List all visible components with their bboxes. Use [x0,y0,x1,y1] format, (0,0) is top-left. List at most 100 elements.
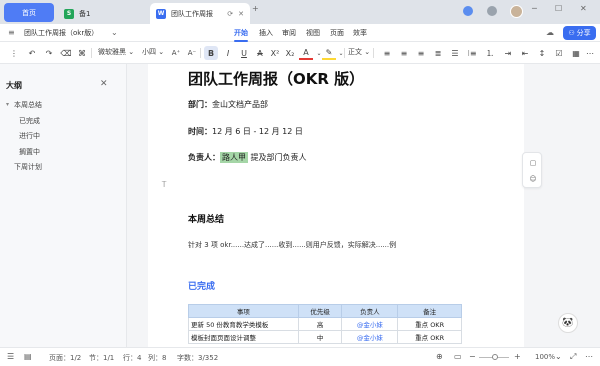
text-cursor-icon: Ꭲ [162,180,167,189]
refresh-icon[interactable]: ⟳ [227,10,233,18]
emoji-icon[interactable]: ☺ [528,174,538,184]
menu-efficiency[interactable]: 效率 [353,28,367,38]
distributed-icon[interactable]: ☰ [449,46,461,60]
time-line[interactable]: 时间：12 月 6 日 - 12 月 12 日 [188,126,303,137]
line-spacing-icon[interactable]: ↕ [536,46,548,60]
read-mode-icon[interactable]: ▭ [454,352,462,361]
font-grow-icon[interactable]: A⁺ [170,46,182,60]
chevron-down-icon[interactable]: ⌄ [111,28,118,37]
strikethrough-icon[interactable]: A [254,46,266,60]
outline-item-next-week[interactable]: 下周计划 [14,162,42,172]
table-header-cell[interactable]: 事项 [188,304,299,318]
fullscreen-icon[interactable]: ⤢ [570,352,576,362]
document-page[interactable]: Ꭲ 团队工作周报（OKR 版） 部门：金山文档产品部 时间：12 月 6 日 -… [148,64,524,347]
assistant-icon[interactable]: 🐼 [558,313,578,333]
more-icon[interactable]: ⋯ [585,352,593,361]
table-cell[interactable]: @金小妹 [341,330,399,344]
minimize-icon[interactable]: ─ [532,4,537,13]
done-table[interactable]: 事项 优先级 负责人 备注 更新 50 份教育教学类模板 高 @金小妹 重点 O… [188,304,462,344]
clear-format-icon[interactable]: ⌫ [60,46,71,60]
outline-item-done[interactable]: 已完成 [19,116,40,126]
menu-review[interactable]: 审阅 [282,28,296,38]
table-icon[interactable]: ▦ [570,46,582,60]
chevron-down-icon[interactable]: ▾ [6,101,9,108]
outdent-icon[interactable]: ⇤ [519,46,531,60]
new-tab-button[interactable]: + [252,4,259,13]
italic-icon[interactable]: I [222,46,234,60]
share-button[interactable]: ⚇ 分享 [563,26,596,40]
undo-icon[interactable]: ↶ [27,46,37,60]
table-cell[interactable]: 更新 50 份教育教学类模板 [188,317,299,331]
close-icon[interactable]: ✕ [238,10,244,18]
summary-paragraph[interactable]: 针对 3 项 okr......达成了......收到......则用户反馈，实… [188,240,396,250]
font-size-select[interactable]: 小四 ⌄ [142,47,164,57]
avatar[interactable] [510,5,523,18]
align-center-icon[interactable]: ≡ [398,46,410,60]
zoom-out-icon[interactable]: − [469,352,476,361]
font-color-icon[interactable]: A [299,46,313,60]
apps-icon[interactable] [463,6,473,16]
table-cell[interactable]: 高 [297,317,343,331]
align-left-icon[interactable]: ≡ [381,46,393,60]
table-cell[interactable]: 重点 OKR [397,330,462,344]
mention-chip[interactable]: 路人甲 [220,152,248,163]
more-tools-icon[interactable]: ⋯ [585,46,595,60]
table-header-cell[interactable]: 优先级 [297,304,343,318]
department-line[interactable]: 部门：金山文档产品部 [188,99,268,110]
menu-start[interactable]: 开始 [234,28,248,42]
font-family-select[interactable]: 微软雅黑 ⌄ [98,47,134,57]
indent-icon[interactable]: ⇥ [502,46,514,60]
numbered-list-icon[interactable]: ⒈ [484,46,496,60]
tab-spreadsheet[interactable]: S 备1 [58,3,148,24]
table-cell[interactable]: 模板封面页面设计调整 [188,330,299,344]
word-count[interactable]: 字数：3/352 [177,353,218,363]
justify-icon[interactable]: ≣ [432,46,444,60]
outline-toggle-icon[interactable]: ▤ [24,352,32,361]
zoom-in-icon[interactable]: + [514,352,521,361]
bold-icon[interactable]: B [204,46,218,60]
redo-icon[interactable]: ↷ [44,46,54,60]
outline-item-on-hold[interactable]: 搁置中 [19,147,40,157]
message-icon[interactable] [487,6,497,16]
format-painter-icon[interactable]: ⌘ [77,46,87,60]
list-view-icon[interactable]: ☰ [7,352,14,361]
menu-view[interactable]: 视图 [306,28,320,38]
close-icon[interactable]: ✕ [100,79,108,89]
home-tab[interactable]: 首页 [4,3,54,22]
superscript-icon[interactable]: X² [269,46,281,60]
paragraph-style-select[interactable]: 正文 ⌄ [348,47,370,57]
owner-line[interactable]: 负责人： 路人甲 提及部门负责人 [188,152,307,163]
menu-page[interactable]: 页面 [330,28,344,38]
chevron-down-icon: ⌄ [364,48,371,56]
chevron-down-icon[interactable]: ⌄ [555,352,562,361]
outline-item-summary[interactable]: 本周总结 [14,100,42,110]
more-icon[interactable]: ⋮ [9,46,19,60]
zoom-level[interactable]: 100% [535,353,555,361]
document-title[interactable]: 团队工作周报（okr版） [24,28,98,38]
cloud-sync-icon[interactable]: ☁ [546,28,554,37]
table-cell[interactable]: @金小妹 [341,317,399,331]
menu-icon[interactable]: ≡ [8,28,15,37]
font-shrink-icon[interactable]: A⁻ [186,46,198,60]
maximize-icon[interactable]: ☐ [555,4,562,13]
tab-document[interactable]: W 团队工作周报 ⟳ ✕ [150,3,250,24]
zoom-slider-handle[interactable] [492,354,498,360]
window-close-icon[interactable]: ✕ [580,4,587,13]
checkbox-icon[interactable]: ☑ [553,46,565,60]
table-header-cell[interactable]: 备注 [397,304,462,318]
table-cell[interactable]: 重点 OKR [397,317,462,331]
section-heading[interactable]: 已完成 [188,279,215,292]
highlight-icon[interactable]: ✎ [322,46,336,60]
document-heading[interactable]: 团队工作周报（OKR 版） [188,68,364,89]
outline-item-in-progress[interactable]: 进行中 [19,131,40,141]
subscript-icon[interactable]: X₂ [284,46,296,60]
section-heading[interactable]: 本周总结 [188,212,224,225]
bullet-list-icon[interactable]: ⁝≡ [466,46,478,60]
globe-icon[interactable]: ⊕ [436,352,443,361]
menu-insert[interactable]: 插入 [259,28,273,38]
comment-icon[interactable]: ▢ [528,158,538,168]
table-header-cell[interactable]: 负责人 [341,304,399,318]
table-cell[interactable]: 中 [297,330,343,344]
align-right-icon[interactable]: ≡ [415,46,427,60]
underline-icon[interactable]: U [238,46,250,60]
